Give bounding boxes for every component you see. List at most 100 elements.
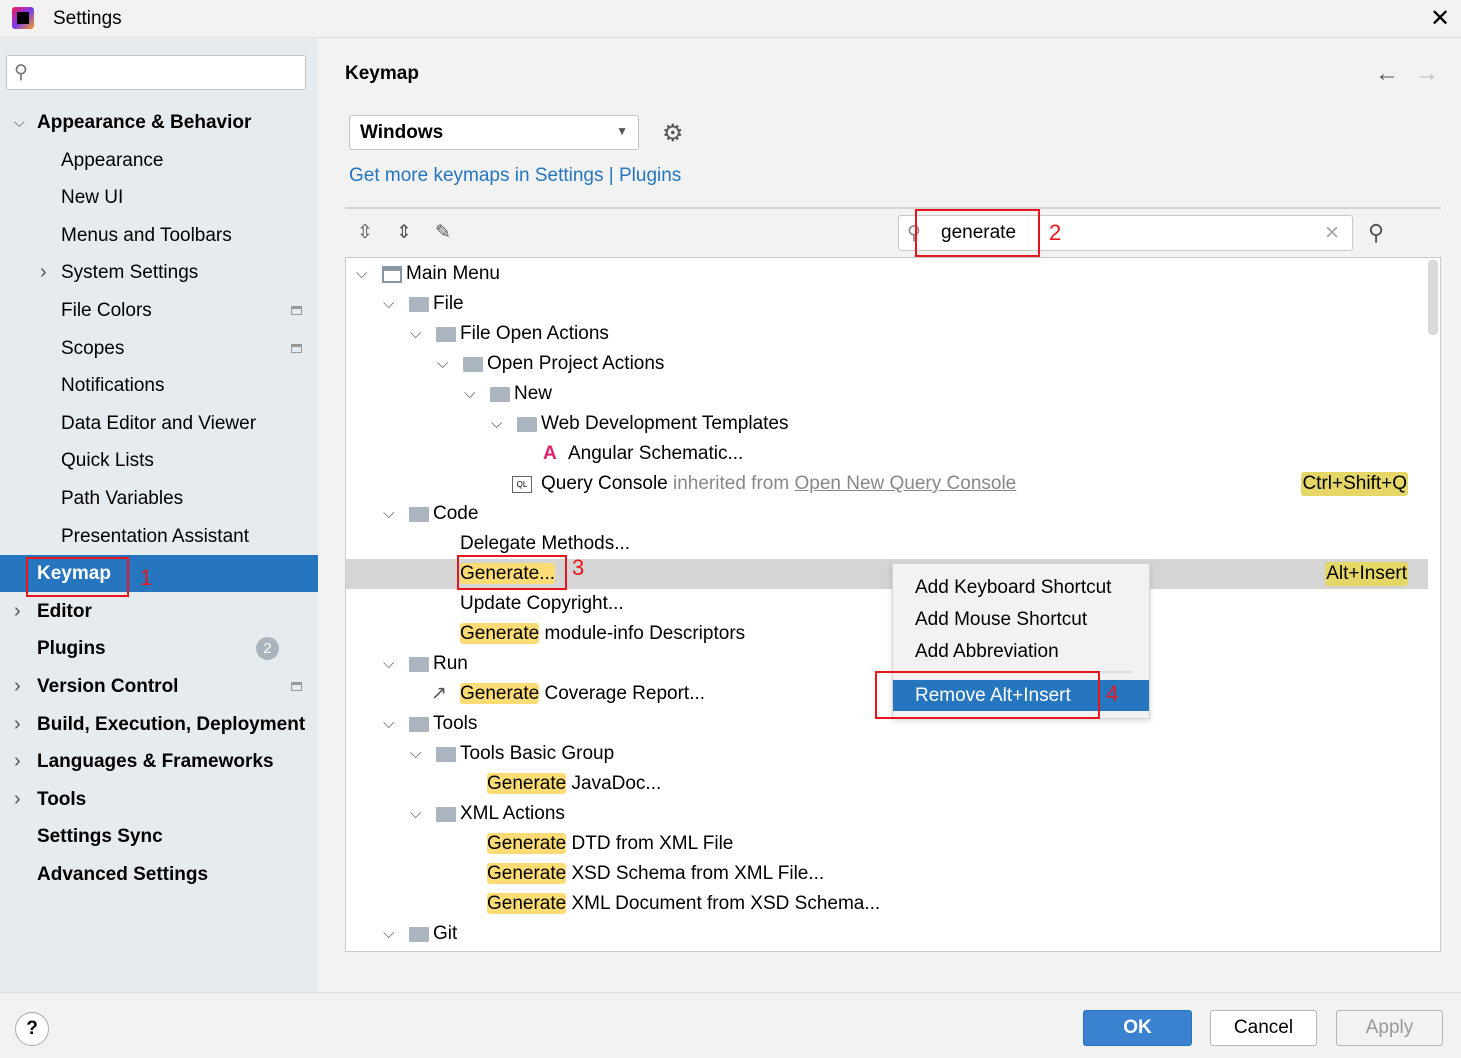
sidebar-item-appearance-behavior[interactable]: ⌵ Appearance & Behavior <box>0 104 318 141</box>
sidebar-item-build-execution-deployment[interactable]: › Build, Execution, Deployment <box>0 706 318 743</box>
sidebar-item-version-control[interactable]: › Version Control <box>0 668 318 705</box>
gear-icon[interactable]: ⚙ <box>662 119 684 148</box>
folder-icon <box>436 747 456 762</box>
tree-row[interactable]: Generate JavaDoc... <box>346 769 1428 799</box>
scrollbar[interactable] <box>1428 260 1438 335</box>
action-name: Main Menu <box>406 263 500 284</box>
sidebar-item-scopes[interactable]: Scopes <box>0 330 318 367</box>
chevron-right-icon[interactable]: › <box>14 743 21 780</box>
tree-row[interactable]: Update Copyright... <box>346 589 1428 619</box>
chevron-down-icon[interactable]: ⌵ <box>464 379 475 409</box>
tree-row[interactable]: ⌵ File <box>346 289 1428 319</box>
action-name: JavaDoc... <box>566 773 662 794</box>
chevron-down-icon[interactable]: ⌵ <box>383 499 394 529</box>
tree-row[interactable]: ⌵ Web Development Templates <box>346 409 1428 439</box>
annotation-number: 3 <box>572 555 585 580</box>
find-by-shortcut-icon[interactable]: ⚲ <box>1368 220 1384 246</box>
sidebar-item-editor[interactable]: › Editor <box>0 593 318 630</box>
annotation-box-2 <box>915 209 1040 257</box>
collapse-all-icon[interactable]: ⇕ <box>396 221 412 244</box>
folder-icon <box>409 297 429 312</box>
edit-shortcut-icon[interactable]: ✎ <box>435 221 451 244</box>
chevron-down-icon[interactable]: ⌵ <box>491 409 502 439</box>
chevron-down-icon[interactable]: ⌵ <box>383 919 394 949</box>
tree-row[interactable]: A Angular Schematic... <box>346 439 1428 469</box>
folder-icon <box>409 717 429 732</box>
keymap-select-value: Windows <box>360 122 444 143</box>
sidebar-item-file-colors[interactable]: File Colors <box>0 292 318 329</box>
tree-row[interactable]: Generate module-info Descriptors <box>346 619 1428 649</box>
tree-row[interactable]: ⌵ Git <box>346 919 1428 949</box>
sidebar-item-advanced-settings[interactable]: Advanced Settings <box>0 856 318 893</box>
app-logo-icon <box>12 7 34 29</box>
sidebar-item-menus-and-toolbars[interactable]: Menus and Toolbars <box>0 217 318 254</box>
folder-icon <box>517 417 537 432</box>
sidebar-item-languages-frameworks[interactable]: › Languages & Frameworks <box>0 743 318 780</box>
folder-icon <box>436 327 456 342</box>
tree-row[interactable]: ⌵ Tools Basic Group <box>346 739 1428 769</box>
sidebar-item-label: Notifications <box>61 375 165 397</box>
chevron-down-icon[interactable]: ⌵ <box>410 799 421 829</box>
chevron-right-icon[interactable]: › <box>40 254 47 291</box>
sidebar-item-presentation-assistant[interactable]: Presentation Assistant <box>0 518 318 555</box>
chevron-right-icon[interactable]: › <box>14 781 21 818</box>
chevron-down-icon[interactable]: ⌵ <box>383 709 394 739</box>
menu-item-add-abbreviation[interactable]: Add Abbreviation <box>915 641 1059 663</box>
tree-row[interactable]: ⌵ Code <box>346 499 1428 529</box>
tree-row[interactable]: QL Query Console inherited from Open New … <box>346 469 1428 499</box>
keymap-select[interactable]: Windows ▼ <box>349 115 639 150</box>
sidebar-item-label: Path Variables <box>61 488 184 509</box>
chevron-right-icon[interactable]: › <box>14 593 21 630</box>
help-button[interactable]: ? <box>15 1012 49 1046</box>
chevron-down-icon[interactable]: ⌵ <box>410 739 421 769</box>
sidebar-item-label: System Settings <box>61 262 199 284</box>
action-name: Code <box>433 503 479 524</box>
sidebar-item-data-editor-and-viewer[interactable]: Data Editor and Viewer <box>0 405 318 442</box>
chevron-right-icon[interactable]: › <box>14 668 21 705</box>
sidebar-item-label: Languages & Frameworks <box>37 751 274 773</box>
apply-button[interactable]: Apply <box>1336 1010 1443 1046</box>
sidebar-item-tools[interactable]: › Tools <box>0 781 318 818</box>
sidebar-item-appearance[interactable]: Appearance <box>0 142 318 179</box>
sidebar-item-quick-lists[interactable]: Quick Lists <box>0 442 318 479</box>
tree-row[interactable]: Generate DTD from XML File <box>346 829 1428 859</box>
chevron-down-icon[interactable]: ⌵ <box>437 349 448 379</box>
expand-all-icon[interactable]: ⇳ <box>357 221 373 244</box>
page-title: Keymap <box>345 63 419 84</box>
search-highlight: Generate <box>487 833 567 854</box>
chevron-down-icon[interactable]: ⌵ <box>14 104 25 141</box>
forward-arrow-icon[interactable]: → <box>1415 60 1439 88</box>
close-icon[interactable]: ✕ <box>1430 4 1450 33</box>
tree-row[interactable]: ⌵ Open Project Actions <box>346 349 1428 379</box>
annotation-number: 2 <box>1049 220 1062 245</box>
tree-row[interactable]: ⌵ File Open Actions <box>346 319 1428 349</box>
settings-search-input[interactable]: ⚲ <box>6 55 306 90</box>
sidebar-item-settings-sync[interactable]: Settings Sync <box>0 818 318 855</box>
ok-button[interactable]: OK <box>1083 1010 1192 1046</box>
chevron-down-icon[interactable]: ⌵ <box>410 319 421 349</box>
chevron-down-icon[interactable]: ⌵ <box>383 289 394 319</box>
tree-row[interactable]: ⌵ New <box>346 379 1428 409</box>
tree-row[interactable]: ⌵ Main Menu <box>346 259 1428 289</box>
menu-item-add-mouse-shortcut[interactable]: Add Mouse Shortcut <box>915 609 1087 631</box>
sidebar-item-path-variables[interactable]: Path Variables <box>0 480 318 517</box>
menu-item-add-keyboard-shortcut[interactable]: Add Keyboard Shortcut <box>915 577 1111 599</box>
tree-row[interactable]: ⌵ XML Actions <box>346 799 1428 829</box>
chevron-down-icon[interactable]: ⌵ <box>356 259 367 289</box>
sidebar-item-label: Quick Lists <box>61 450 154 472</box>
tree-row[interactable]: Generate XSD Schema from XML File... <box>346 859 1428 889</box>
action-name: Tools Basic Group <box>460 743 615 764</box>
clear-search-icon[interactable]: ✕ <box>1324 222 1340 245</box>
get-more-keymaps-link[interactable]: Get more keymaps in Settings | Plugins <box>349 165 681 187</box>
sidebar-item-plugins[interactable]: Plugins 2 <box>0 630 318 667</box>
inherited-link[interactable]: Open New Query Console <box>794 473 1016 494</box>
chevron-down-icon[interactable]: ⌵ <box>383 649 394 679</box>
tree-row-label: Code <box>433 499 478 529</box>
cancel-button[interactable]: Cancel <box>1210 1010 1317 1046</box>
chevron-right-icon[interactable]: › <box>14 706 21 743</box>
sidebar-item-system-settings[interactable]: › System Settings <box>0 254 318 291</box>
sidebar-item-notifications[interactable]: Notifications <box>0 367 318 404</box>
sidebar-item-new-ui[interactable]: New UI <box>0 179 318 216</box>
tree-row[interactable]: Generate XML Document from XSD Schema... <box>346 889 1428 919</box>
back-arrow-icon[interactable]: ← <box>1375 60 1399 88</box>
